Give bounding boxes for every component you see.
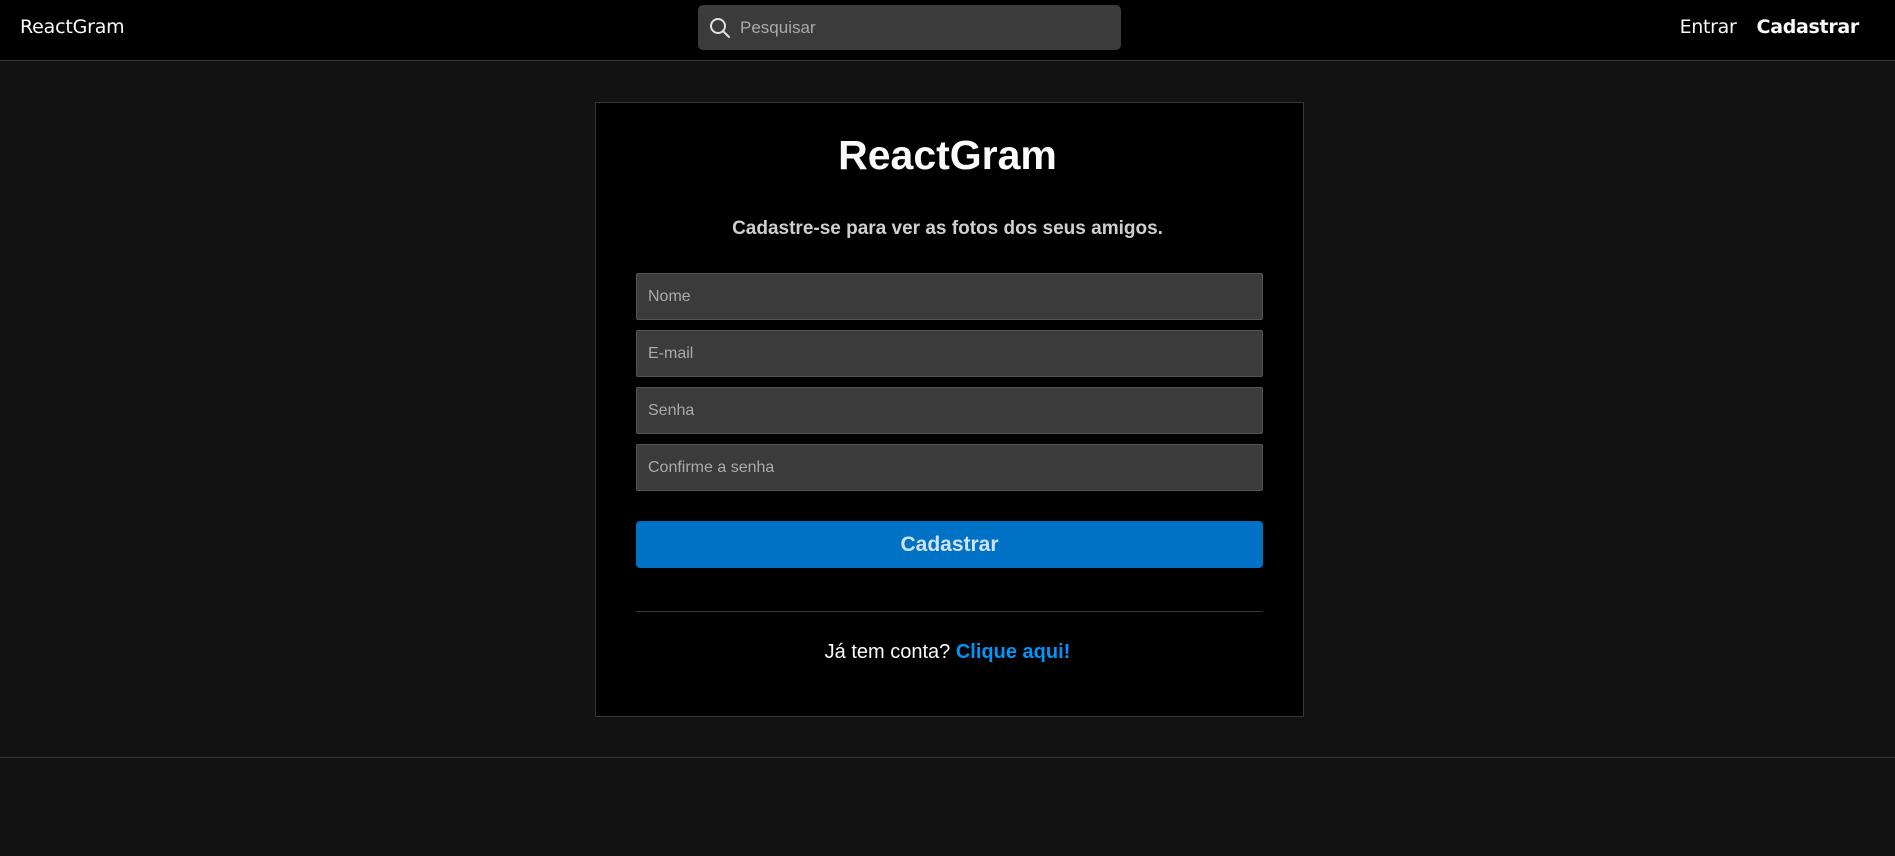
have-account-text: Já tem conta?	[824, 641, 951, 663]
login-link[interactable]: Clique aqui!	[956, 641, 1070, 663]
register-title: ReactGram	[838, 132, 1057, 178]
divider	[636, 611, 1263, 612]
nav-links: Entrar Cadastrar	[1680, 16, 1860, 38]
nav-login-link[interactable]: Entrar	[1680, 16, 1737, 38]
name-field[interactable]	[636, 273, 1263, 320]
password-field[interactable]	[636, 387, 1263, 434]
confirm-password-field[interactable]	[636, 444, 1263, 491]
brand-link[interactable]: ReactGram	[20, 16, 125, 38]
navbar: ReactGram Entrar Cadastrar	[0, 0, 1895, 61]
register-submit-button[interactable]: Cadastrar	[636, 521, 1263, 568]
search-icon	[710, 18, 730, 38]
nav-register-link[interactable]: Cadastrar	[1757, 16, 1860, 38]
search-box	[698, 5, 1121, 50]
register-subtitle: Cadastre-se para ver as fotos dos seus a…	[732, 218, 1163, 239]
search-input[interactable]	[738, 5, 1108, 50]
email-field[interactable]	[636, 330, 1263, 377]
footer-divider	[0, 757, 1895, 758]
have-account-line: Já tem conta? Clique aqui!	[0, 641, 1895, 664]
